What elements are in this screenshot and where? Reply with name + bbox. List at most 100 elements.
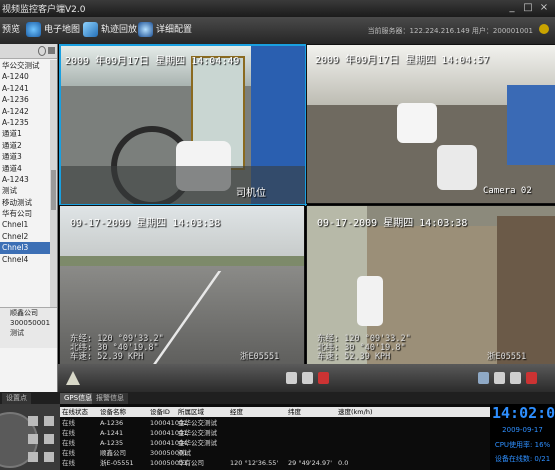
gps-speed: 车速: 52.39 KPH xyxy=(70,352,144,362)
info-line: 300050001 xyxy=(10,319,51,327)
table-cell: 在线状态 xyxy=(62,408,88,416)
fullscreen-button[interactable] xyxy=(494,372,505,384)
plate-number: 浙E05551 xyxy=(240,352,280,362)
tree-item[interactable]: 华有公司 xyxy=(0,208,50,219)
cpu-usage: CPU使用率: 16% xyxy=(494,441,551,449)
settings-icon xyxy=(138,22,153,37)
config-button[interactable]: 详细配置 xyxy=(138,22,192,39)
device-tree-panel: 华公交测试 A-1240 A-1241 A-1236 A-1242 A-1235 通道1 通道… xyxy=(0,44,58,392)
minimize-button[interactable]: _ xyxy=(505,2,519,14)
table-cell: A-1236 xyxy=(100,419,124,427)
maximize-button[interactable]: □ xyxy=(521,2,535,14)
table-row[interactable]: 在线 顺鑫公司 300050001 测试 xyxy=(60,448,490,458)
tree-item[interactable]: Chnel2 xyxy=(0,231,50,242)
table-cell: A-1235 xyxy=(100,439,124,447)
tree-item[interactable]: 通道4 xyxy=(0,163,50,174)
snapshot-button[interactable] xyxy=(302,372,313,384)
video-panel-3[interactable]: 09-17-2009 星期四 14:03:38 东经: 120 °09'33.2… xyxy=(59,205,305,365)
zoom-out-icon[interactable] xyxy=(44,416,54,426)
tab-gps[interactable]: GPS信息 xyxy=(60,393,97,404)
tree-line xyxy=(60,256,304,266)
table-cell: 经度 xyxy=(230,408,243,416)
tree-header xyxy=(0,44,57,59)
tree-item[interactable]: Chnel4 xyxy=(0,254,50,265)
e-map-label: 电子地图 xyxy=(44,25,81,35)
tab-settings[interactable]: 设置点 xyxy=(2,393,31,404)
table-row[interactable]: 在线 浙E-05551 100050001 华有公司 120 °12'36.55' 29 … xyxy=(60,458,490,468)
map-icon xyxy=(26,22,41,37)
online-count: 设备在线数: 0/21 xyxy=(494,455,551,463)
device-info-box: 顺鑫公司 300050001 测试 xyxy=(0,307,57,348)
video-panel-4[interactable]: 09-17-2009 星期四 14:03:38 东经: 120 °09'33.2… xyxy=(306,205,555,365)
track-playback-button[interactable]: 轨迹回放 xyxy=(83,22,137,39)
tree-item[interactable]: A-1235 xyxy=(0,117,50,128)
search-icon[interactable] xyxy=(38,46,46,56)
table-cell: 在线 xyxy=(62,449,75,457)
table-cell: 在线 xyxy=(62,459,75,467)
table-cell: 29 °49'24.97' xyxy=(288,459,333,467)
table-cell: 华有公司 xyxy=(178,459,204,467)
video-control-bar xyxy=(58,364,555,392)
table-cell: 顺鑫公司 xyxy=(100,449,126,457)
print-icon[interactable] xyxy=(48,47,55,54)
scroll-thumb[interactable] xyxy=(51,170,56,210)
table-cell: 在线 xyxy=(62,419,75,427)
table-cell: 浙E-05551 xyxy=(100,459,134,467)
table-cell: 纬度 xyxy=(288,408,301,416)
zoom-in-icon[interactable] xyxy=(28,416,38,426)
tree-item[interactable]: 通道2 xyxy=(0,140,50,151)
tree-item[interactable]: A-1236 xyxy=(0,94,50,105)
tree-item[interactable]: 通道3 xyxy=(0,151,50,162)
tree-item[interactable]: Chnel1 xyxy=(0,219,50,230)
settings-button[interactable] xyxy=(510,372,521,384)
config-label: 详细配置 xyxy=(156,25,193,35)
table-cell: 测试 xyxy=(178,449,191,457)
driver-figure xyxy=(397,103,437,143)
tree-item[interactable]: A-1241 xyxy=(0,83,50,94)
close-video-button[interactable] xyxy=(526,372,537,384)
title-bar: 视频监控客户端V2.0 _ □ × xyxy=(0,0,555,17)
table-row[interactable]: 在线 A-1235 100041004 金华公交测试 xyxy=(60,438,490,448)
table-cell: 120 °12'36.55' xyxy=(230,459,279,467)
tab-alarm[interactable]: 报警信息 xyxy=(92,393,128,404)
ptz-control-panel xyxy=(0,404,60,470)
focus-icon[interactable] xyxy=(28,434,38,444)
light-icon[interactable] xyxy=(44,452,54,462)
gps-speed: 车速: 52.39 KPH xyxy=(317,352,391,362)
tree-item[interactable]: 测试 xyxy=(0,185,50,196)
record-button[interactable] xyxy=(286,372,297,384)
table-row[interactable]: 在线 A-1241 100041001 金华公交测试 xyxy=(60,428,490,438)
close-button[interactable]: × xyxy=(537,2,551,14)
table-cell: 金华公交测试 xyxy=(178,439,217,447)
table-cell: 在线 xyxy=(62,429,75,437)
stop-button[interactable] xyxy=(318,372,329,384)
preset-icon[interactable] xyxy=(28,452,38,462)
table-cell: 所属区域 xyxy=(178,408,204,416)
video-timestamp: 09-17-2009 星期四 14:03:38 xyxy=(70,218,221,229)
video-panel-1[interactable]: 2009 年09月17日 星期四 14:04:49 司机位 xyxy=(59,44,307,206)
table-cell: 设备ID xyxy=(150,408,170,416)
video-panel-2[interactable]: 2009 年09月17日 星期四 14:04:57 Camera 02 xyxy=(306,44,555,204)
plate-number: 浙E05551 xyxy=(487,352,527,362)
layout-button[interactable] xyxy=(478,372,489,384)
iris-icon[interactable] xyxy=(44,434,54,444)
preview-button[interactable]: 预览 xyxy=(2,22,20,39)
tree-item[interactable]: 华公交测试 xyxy=(0,60,50,71)
tree-item[interactable]: A-1242 xyxy=(0,106,50,117)
window-title: 视频监控客户端V2.0 xyxy=(2,5,86,15)
ptz-icon[interactable] xyxy=(66,371,80,385)
toolbar: 预览 电子地图 轨迹回放 详细配置 当前服务器：122.224.216.149 … xyxy=(0,17,555,45)
bottom-tabs: 设置点 GPS信息 报警信息 xyxy=(0,392,555,404)
table-row[interactable]: 在线 A-1236 100041002 金华公交测试 xyxy=(60,418,490,428)
camera-name: Camera 02 xyxy=(483,186,532,196)
tree-item[interactable]: A-1240 xyxy=(0,71,50,82)
table-cell: A-1241 xyxy=(100,429,124,437)
e-map-button[interactable]: 电子地图 xyxy=(26,22,80,39)
tree-item[interactable]: Chnel3 xyxy=(0,242,50,254)
server-status: 当前服务器：122.224.216.149 用户：200001001 xyxy=(367,27,533,35)
gps-table: 在线状态 设备名称 设备ID 所属区域 经度 纬度 速度(km/h) 在线 A-1236 1000… xyxy=(60,404,490,470)
tree-scrollbar[interactable] xyxy=(50,60,57,310)
tree-item[interactable]: 通道1 xyxy=(0,128,50,139)
tree-item[interactable]: 移动测试 xyxy=(0,197,50,208)
tree-item[interactable]: A-1243 xyxy=(0,174,50,185)
